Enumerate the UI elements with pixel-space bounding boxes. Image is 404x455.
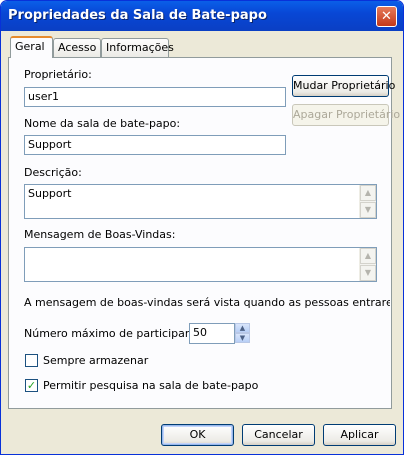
cancel-button[interactable]: Cancelar xyxy=(242,424,315,446)
room-name-field[interactable]: Support xyxy=(24,135,286,155)
title-bar[interactable]: Propriedades da Sala de Bate-papo ✕ xyxy=(1,1,403,31)
always-store-checkbox[interactable] xyxy=(25,354,38,367)
properties-dialog: Propriedades da Sala de Bate-papo ✕ Gera… xyxy=(0,0,404,455)
max-participants-field[interactable]: 50 xyxy=(189,323,235,344)
delete-owner-button[interactable]: Apagar Proprietário xyxy=(292,104,400,126)
description-label: Descrição: xyxy=(24,166,82,179)
dialog-body: Geral Acesso Informações Proprietário: u… xyxy=(4,31,400,453)
apply-button[interactable]: Aplicar xyxy=(323,424,396,446)
window-title: Propriedades da Sala de Bate-papo xyxy=(8,8,267,23)
description-scrollbar[interactable]: ▲ ▼ xyxy=(359,185,376,218)
spin-down-icon[interactable]: ▼ xyxy=(235,333,250,343)
room-name-label: Nome da sala de bate-papo: xyxy=(24,117,181,130)
max-participants-label: Número máximo de participantes: xyxy=(24,327,213,340)
scroll-up-icon[interactable]: ▲ xyxy=(360,248,376,264)
scroll-up-icon[interactable]: ▲ xyxy=(360,185,376,201)
tab-panel-geral: Proprietário: user1 Mudar Proprietário A… xyxy=(8,57,400,409)
scroll-down-icon[interactable]: ▼ xyxy=(360,202,376,218)
welcome-label: Mensagem de Boas-Vindas: xyxy=(24,228,176,241)
allow-search-checkbox[interactable]: ✓ xyxy=(25,379,38,392)
ok-button[interactable]: OK xyxy=(161,424,234,446)
close-icon[interactable]: ✕ xyxy=(376,6,397,27)
always-store-label[interactable]: Sempre armazenar xyxy=(43,354,148,367)
welcome-textarea[interactable]: ▲ ▼ xyxy=(24,247,377,282)
tab-acesso[interactable]: Acesso xyxy=(53,38,101,57)
allow-search-label[interactable]: Permitir pesquisa na sala de bate-papo xyxy=(43,379,258,392)
tab-informacoes[interactable]: Informações xyxy=(101,38,174,57)
tab-geral[interactable]: Geral xyxy=(10,36,53,58)
description-textarea[interactable]: Support ▲ ▼ xyxy=(24,184,377,219)
welcome-note: A mensagem de boas-vindas será vista qua… xyxy=(24,296,390,309)
welcome-scrollbar[interactable]: ▲ ▼ xyxy=(359,248,376,281)
spin-up-icon[interactable]: ▲ xyxy=(235,323,250,333)
change-owner-button[interactable]: Mudar Proprietário xyxy=(292,75,395,97)
owner-field[interactable]: user1 xyxy=(24,87,286,107)
description-text: Support xyxy=(28,187,72,200)
owner-label: Proprietário: xyxy=(24,68,92,81)
scroll-down-icon[interactable]: ▼ xyxy=(360,265,376,281)
